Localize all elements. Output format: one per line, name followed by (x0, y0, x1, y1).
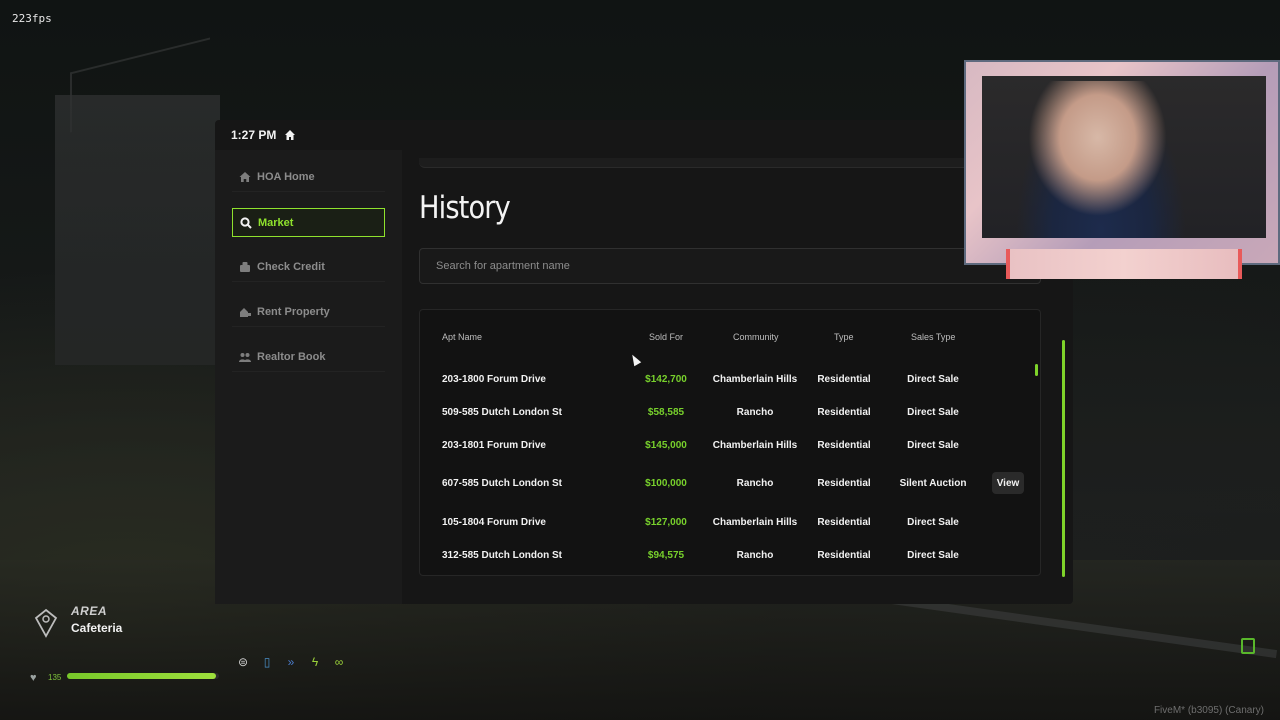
sold-for-cell: $94,575 (647, 550, 685, 561)
table-row[interactable]: 509-585 Dutch London St $58,585 Rancho R… (420, 403, 1042, 423)
sales-type-cell: Direct Sale (907, 517, 959, 528)
sales-type-cell: Silent Auction (899, 478, 967, 489)
page-scrollbar[interactable] (1062, 340, 1065, 577)
apt-name-cell: 312-585 Dutch London St (442, 550, 563, 561)
background-building (55, 95, 220, 365)
energy-icon: ϟ (311, 655, 319, 669)
link-icon: ∞ (334, 655, 344, 669)
apt-name-cell: 203-1801 Forum Drive (442, 440, 546, 451)
stamina-icon: » (287, 655, 295, 669)
sales-type-cell: Direct Sale (907, 440, 959, 451)
area-value: Cafeteria (71, 621, 123, 635)
community-cell: Chamberlain Hills (712, 374, 798, 385)
sales-type-cell: Direct Sale (907, 550, 959, 561)
top-divider (419, 158, 1059, 168)
table-scrollbar-thumb[interactable] (1035, 364, 1038, 376)
health-bar-fill (67, 673, 216, 679)
column-header-community: Community (733, 332, 779, 342)
apt-name-cell: 203-1800 Forum Drive (442, 374, 546, 385)
table-row[interactable]: 203-1801 Forum Drive $145,000 Chamberlai… (420, 436, 1042, 456)
community-cell: Chamberlain Hills (712, 440, 798, 451)
credit-icon (240, 262, 250, 272)
community-cell: Chamberlain Hills (712, 517, 798, 528)
view-button[interactable]: View (992, 472, 1024, 494)
column-header-type: Type (834, 332, 854, 342)
streamer-image (1016, 81, 1186, 238)
history-table: Apt Name Sold For Community Type Sales T… (419, 309, 1041, 576)
water-icon: ▯ (263, 655, 271, 669)
sidebar-item-hoa-home[interactable]: HOA Home (232, 163, 385, 192)
type-cell: Residential (817, 478, 871, 489)
apt-name-cell: 509-585 Dutch London St (442, 407, 563, 418)
apt-name-cell: 607-585 Dutch London St (442, 478, 563, 489)
sales-type-cell: Direct Sale (907, 407, 959, 418)
column-header-apt-name: Apt Name (442, 332, 483, 342)
food-icon: ⊜ (237, 655, 249, 669)
search-icon (240, 216, 252, 229)
status-bar: 1:27 PM (215, 120, 1073, 150)
sold-for-cell: $145,000 (645, 440, 687, 451)
webcam-overlay (964, 60, 1280, 279)
sidebar-item-label: Realtor Book (257, 351, 326, 363)
search-input[interactable] (419, 248, 1041, 284)
community-cell: Rancho (736, 550, 774, 561)
sold-for-cell: $127,000 (645, 517, 687, 528)
status-time: 1:27 PM (231, 128, 277, 142)
community-cell: Rancho (736, 478, 774, 489)
sidebar-item-label: HOA Home (257, 171, 315, 183)
home-icon (239, 172, 251, 182)
sidebar-item-label: Market (258, 216, 294, 229)
location-pin-icon (34, 608, 58, 638)
sidebar: HOA Home Market Check Credit Rent Proper… (215, 150, 402, 604)
sold-for-cell: $100,000 (645, 478, 687, 489)
webcam-name-bar (1006, 249, 1242, 279)
sidebar-item-check-credit[interactable]: Check Credit (232, 253, 385, 282)
table-row[interactable]: 312-585 Dutch London St $94,575 Rancho R… (420, 546, 1042, 566)
hoa-tablet: 1:27 PM HOA Home Market Check Credit Ren… (215, 120, 1073, 604)
home-icon[interactable] (284, 129, 296, 141)
sidebar-item-rent-property[interactable]: Rent Property (232, 298, 385, 327)
sidebar-item-market[interactable]: Market (232, 208, 385, 237)
health-bar (67, 673, 219, 679)
type-cell: Residential (817, 440, 871, 451)
sidebar-item-realtor-book[interactable]: Realtor Book (232, 343, 385, 372)
table-row[interactable]: 607-585 Dutch London St $100,000 Rancho … (420, 472, 1042, 494)
sold-for-cell: $142,700 (645, 374, 687, 385)
type-cell: Residential (817, 374, 871, 385)
community-cell: Rancho (736, 407, 774, 418)
page-title: History (419, 190, 511, 226)
area-label: AREA (71, 604, 108, 618)
health-value: 135 (48, 673, 62, 682)
table-row[interactable]: 203-1800 Forum Drive $142,700 Chamberlai… (420, 370, 1042, 390)
sold-for-cell: $58,585 (647, 407, 685, 418)
type-cell: Residential (817, 550, 871, 561)
phone-icon (1241, 638, 1255, 654)
apt-name-cell: 105-1804 Forum Drive (442, 517, 546, 528)
users-icon (239, 353, 251, 362)
type-cell: Residential (817, 407, 871, 418)
client-version: FiveM* (b3095) (Canary) (1153, 705, 1264, 716)
webcam-feed (982, 76, 1266, 238)
property-icon (240, 308, 251, 317)
heart-icon: ♥ (30, 672, 37, 684)
sidebar-item-label: Check Credit (257, 261, 325, 273)
sales-type-cell: Direct Sale (907, 374, 959, 385)
column-header-sales-type: Sales Type (911, 332, 956, 342)
fps-counter: 223fps (12, 12, 52, 25)
column-header-sold-for: Sold For (649, 332, 684, 342)
type-cell: Residential (817, 517, 871, 528)
hud-status-icons: ⊜ ▯ » ϟ ∞ (236, 655, 346, 669)
sidebar-item-label: Rent Property (257, 306, 330, 318)
table-row[interactable]: 105-1804 Forum Drive $127,000 Chamberlai… (420, 513, 1042, 533)
